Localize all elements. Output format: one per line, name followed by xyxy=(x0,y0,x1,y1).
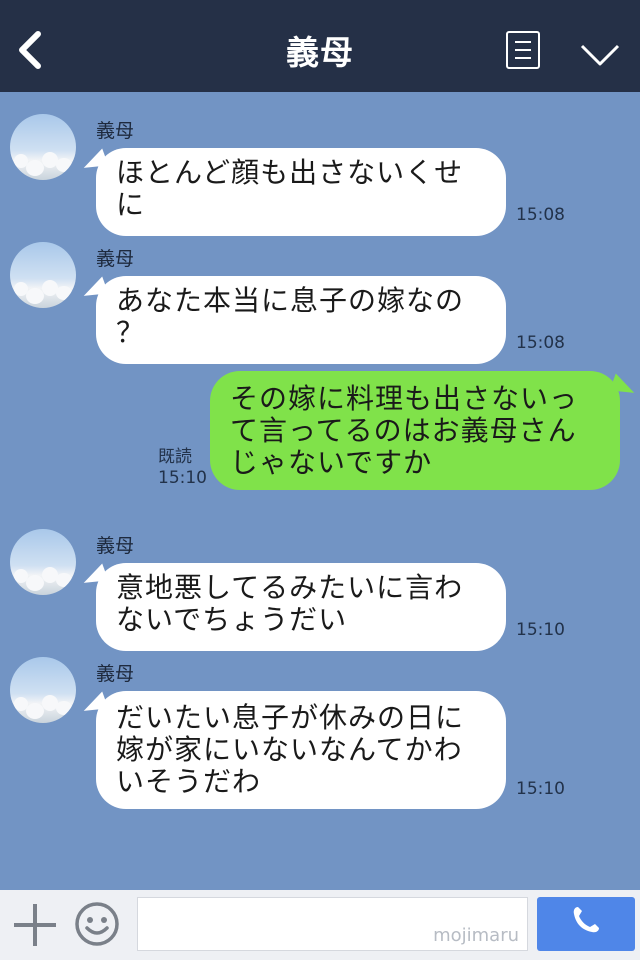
message-line: いそうだわ xyxy=(116,765,262,798)
message-bubble[interactable]: その嫁に料理も出さないっ て言ってるのはお義母さん じゃないですか xyxy=(210,371,620,490)
message-time: 15:10 xyxy=(516,779,565,799)
chat-title: 義母 xyxy=(286,33,354,72)
sender-name: 義母 xyxy=(96,663,135,685)
read-label: 既読 xyxy=(158,447,192,467)
watermark: mojimaru xyxy=(433,925,519,946)
message-line: その嫁に料理も出さないっ xyxy=(230,382,579,415)
message-line: ？ xyxy=(116,316,146,349)
message-line: 嫁が家にいないなんてかわ xyxy=(116,733,463,766)
message-bubble[interactable]: 意地悪してるみたいに言わ ないでちょうだい xyxy=(96,563,506,651)
emoji-icon[interactable] xyxy=(74,901,120,947)
message-bubble[interactable]: ほとんど顔も出さないくせ に xyxy=(96,148,506,236)
message-line: だいたい息子が休みの日に xyxy=(116,701,465,734)
message-line: て言ってるのはお義母さん xyxy=(230,414,577,447)
message-time: 15:08 xyxy=(516,333,565,353)
phone-icon xyxy=(573,907,599,933)
message-time: 15:08 xyxy=(516,205,565,225)
sender-name: 義母 xyxy=(96,120,135,142)
chat-area[interactable]: 義母 ほとんど顔も出さないくせ に 15:08 義母 あなた本当に息子の嫁なの … xyxy=(0,92,640,890)
message-input[interactable]: mojimaru xyxy=(137,897,528,951)
message-time: 15:10 xyxy=(158,468,207,488)
message-time: 15:10 xyxy=(516,620,565,640)
message-line: あなた本当に息子の嫁なの xyxy=(116,284,465,317)
avatar[interactable] xyxy=(10,657,76,723)
message-bubble[interactable]: あなた本当に息子の嫁なの ？ xyxy=(96,276,506,364)
sender-name: 義母 xyxy=(96,535,135,557)
avatar[interactable] xyxy=(10,114,76,180)
message-line: に xyxy=(116,188,146,221)
message-line: じゃないですか xyxy=(230,446,433,479)
chevron-down-icon[interactable] xyxy=(580,40,620,68)
message-line: ないでちょうだい xyxy=(116,603,348,636)
read-receipt: 既読 15:10 xyxy=(158,447,207,489)
avatar[interactable] xyxy=(10,242,76,308)
note-list-icon[interactable] xyxy=(506,31,540,69)
chat-header: 義母 xyxy=(0,0,640,92)
message-line: ほとんど顔も出さないくせ xyxy=(116,156,464,189)
plus-icon[interactable] xyxy=(14,904,56,946)
message-bubble[interactable]: だいたい息子が休みの日に 嫁が家にいないなんてかわ いそうだわ xyxy=(96,691,506,809)
message-line: 意地悪してるみたいに言わ xyxy=(116,571,464,604)
avatar[interactable] xyxy=(10,529,76,595)
call-button[interactable] xyxy=(537,897,635,951)
sender-name: 義母 xyxy=(96,248,135,270)
